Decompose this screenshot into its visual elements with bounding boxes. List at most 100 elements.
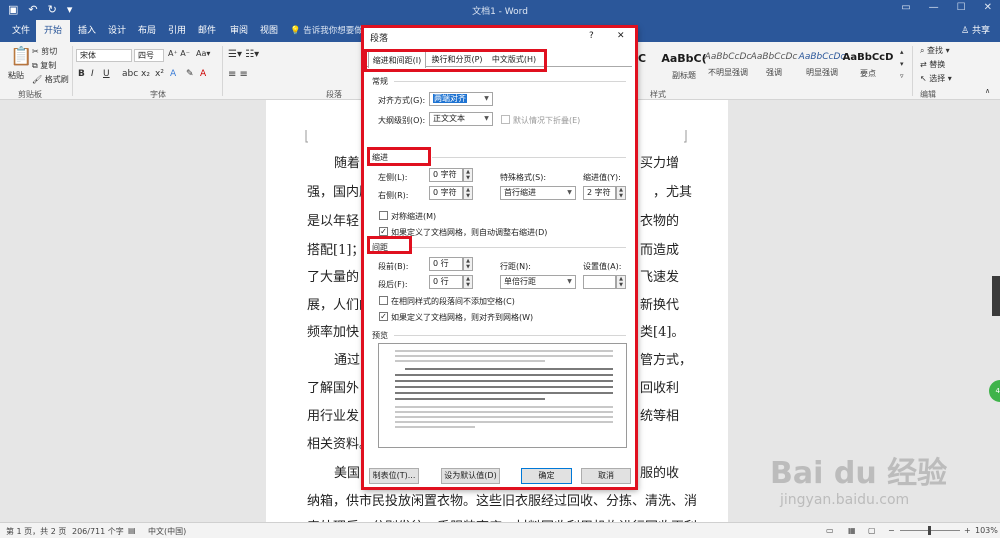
- mirror-indents-checkbox[interactable]: [379, 211, 388, 220]
- strikethrough-icon[interactable]: abc: [122, 69, 138, 79]
- tab-mailings[interactable]: 邮件: [190, 20, 224, 42]
- word-count[interactable]: 206/711 个字: [72, 526, 124, 537]
- doc-line: 频率加快: [307, 325, 360, 340]
- find-button[interactable]: ⌕ 查找 ▾: [920, 45, 950, 56]
- copy-button[interactable]: ⧉ 复制: [32, 60, 56, 71]
- scrollbar-thumb[interactable]: [992, 276, 1000, 316]
- margin-corner-mark: [684, 130, 687, 143]
- web-layout-icon[interactable]: ▢: [868, 526, 876, 535]
- styles-scroll-icon[interactable]: ▴ ▾ ▿: [900, 46, 904, 82]
- cut-button[interactable]: ✂ 剪切: [32, 46, 57, 57]
- maximize-icon[interactable]: ☐: [957, 2, 966, 13]
- zoom-slider-thumb[interactable]: [928, 526, 931, 535]
- no-space-same-style-checkbox[interactable]: [379, 296, 388, 305]
- replace-button[interactable]: ⇄ 替换: [920, 59, 945, 70]
- doc-line: 美国: [334, 466, 361, 481]
- tabs-button[interactable]: 制表位(T)...: [369, 468, 419, 484]
- close-icon[interactable]: ✕: [984, 2, 992, 13]
- tab-layout[interactable]: 布局: [130, 20, 164, 42]
- align-icon[interactable]: ≡ ≡: [228, 69, 248, 80]
- tab-references[interactable]: 引用: [160, 20, 194, 42]
- format-painter-button[interactable]: 🖌 格式刷: [32, 74, 69, 85]
- superscript-icon[interactable]: x²: [155, 69, 164, 79]
- preview-line: [395, 350, 613, 352]
- baidu-logo-text: Bai du 经验: [770, 456, 948, 491]
- grow-font-icon[interactable]: A⁺ A⁻: [168, 49, 190, 58]
- section-rule: [394, 335, 626, 336]
- zoom-in-icon[interactable]: +: [964, 526, 971, 535]
- help-button[interactable]: ?: [589, 31, 594, 41]
- right-indent-label: 右侧(R):: [378, 191, 409, 200]
- highlight-box-tabs: [364, 49, 547, 72]
- read-mode-icon[interactable]: ▭: [826, 526, 834, 535]
- text-effects-icon[interactable]: A: [170, 69, 176, 79]
- space-after-input[interactable]: 0 行: [429, 275, 463, 289]
- select-button[interactable]: ↖ 选择 ▾: [920, 73, 952, 84]
- snap-to-grid-checkbox[interactable]: ✓: [379, 312, 388, 321]
- collapsed-checkbox[interactable]: [501, 115, 510, 124]
- font-color-icon[interactable]: A: [200, 69, 206, 79]
- space-before-spinner[interactable]: ▲ ▼: [463, 257, 473, 271]
- floating-badge-icon[interactable]: 40: [989, 380, 1000, 402]
- cancel-button[interactable]: 取消: [581, 468, 631, 484]
- dialog-title: 段落: [370, 34, 389, 44]
- replace-label: 替换: [929, 60, 946, 69]
- italic-icon[interactable]: I: [91, 69, 94, 79]
- ok-button[interactable]: 确定: [521, 468, 572, 484]
- bold-icon[interactable]: B: [78, 69, 85, 79]
- print-layout-icon[interactable]: ▦: [848, 526, 856, 535]
- collapse-ribbon-icon[interactable]: ∧: [985, 87, 990, 95]
- paste-button[interactable]: 粘贴: [8, 70, 24, 81]
- language-indicator[interactable]: 中文(中国): [148, 526, 186, 537]
- auto-right-indent-checkbox[interactable]: ✓: [379, 227, 388, 236]
- status-bar: 第 1 页，共 2 页 206/711 个字 ▤ 中文(中国) ▭ ▦ ▢ − …: [0, 522, 1000, 538]
- tab-home[interactable]: 开始: [36, 20, 71, 42]
- tab-insert[interactable]: 插入: [70, 20, 104, 42]
- highlight-icon[interactable]: ✎: [186, 69, 194, 79]
- preview-line: [395, 411, 613, 413]
- zoom-level[interactable]: 103%: [975, 526, 998, 535]
- outline-level-select[interactable]: 正文文本 ▼: [429, 112, 493, 126]
- minimize-icon[interactable]: —: [929, 2, 939, 13]
- left-indent-spinner[interactable]: ▲ ▼: [463, 168, 473, 182]
- space-after-spinner[interactable]: ▲ ▼: [463, 275, 473, 289]
- indent-by-input[interactable]: 2 字符: [583, 186, 616, 200]
- subscript-icon[interactable]: x₂: [141, 69, 150, 79]
- underline-icon[interactable]: U: [103, 69, 110, 79]
- font-size-select[interactable]: 四号: [134, 49, 164, 62]
- proofing-icon[interactable]: ▤: [128, 526, 136, 535]
- bullets-icon[interactable]: ☰▾ ☷▾: [228, 49, 259, 60]
- space-before-input[interactable]: 0 行: [429, 257, 463, 271]
- at-spinner[interactable]: ▲ ▼: [616, 275, 626, 289]
- tab-view[interactable]: 视图: [252, 20, 286, 42]
- alignment-select[interactable]: 两端对齐 ▼: [429, 92, 493, 106]
- tab-design[interactable]: 设计: [100, 20, 134, 42]
- preview-line: [395, 416, 613, 418]
- share-button[interactable]: ♙ 共享: [961, 20, 990, 42]
- tab-file[interactable]: 文件: [4, 20, 38, 42]
- section-rule: [432, 157, 626, 158]
- dropdown-arrow-icon: ▼: [567, 278, 572, 285]
- dialog-close-button[interactable]: ✕: [617, 31, 625, 41]
- zoom-out-icon[interactable]: −: [888, 526, 895, 535]
- alignment-value: 两端对齐: [433, 94, 467, 103]
- left-indent-input[interactable]: 0 字符: [429, 168, 463, 182]
- line-spacing-select[interactable]: 单倍行距 ▼: [500, 275, 576, 289]
- special-format-select[interactable]: 首行缩进 ▼: [500, 186, 576, 200]
- tab-review[interactable]: 审阅: [222, 20, 256, 42]
- left-indent-label: 左侧(L):: [378, 173, 408, 182]
- right-indent-input[interactable]: 0 字符: [429, 186, 463, 200]
- right-indent-spinner[interactable]: ▲ ▼: [463, 186, 473, 200]
- paste-icon[interactable]: 📋: [10, 46, 32, 67]
- page-count[interactable]: 第 1 页，共 2 页: [6, 526, 66, 537]
- indent-by-spinner[interactable]: ▲ ▼: [616, 186, 626, 200]
- at-input[interactable]: [583, 275, 616, 289]
- change-case-icon[interactable]: Aa▾: [196, 49, 210, 58]
- doc-line-fragment: 统等相: [640, 409, 680, 424]
- space-after-label: 段后(F):: [378, 280, 408, 289]
- style-strong[interactable]: AaBbCcD 要点: [840, 47, 896, 85]
- font-name-select[interactable]: 宋体: [76, 49, 132, 62]
- doc-line-fragment: 管方式，: [640, 353, 693, 368]
- set-default-button[interactable]: 设为默认值(D): [441, 468, 500, 484]
- ribbon-display-icon[interactable]: ▭: [901, 2, 910, 13]
